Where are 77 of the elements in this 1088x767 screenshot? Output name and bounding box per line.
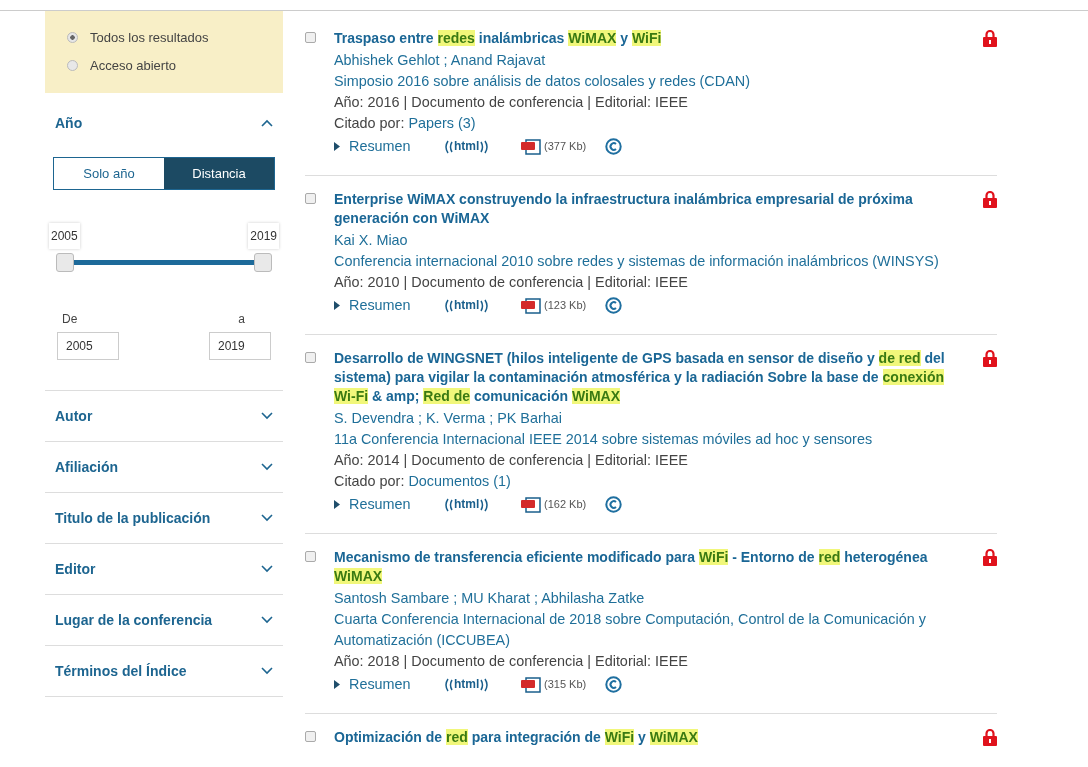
html-link[interactable]: html (444, 494, 520, 515)
copyright-icon (605, 496, 622, 513)
pdf-link[interactable]: (377 Kb) (520, 138, 605, 155)
html-link[interactable]: html (444, 295, 520, 316)
html-link[interactable]: html (444, 674, 520, 695)
cited-link[interactable]: Papers (3) (408, 113, 476, 134)
parenthesis-icon (444, 497, 453, 512)
result-title-link[interactable]: Optimización de red para integración de WiFi y WiMAX (334, 728, 957, 747)
parenthesis-icon (444, 298, 453, 313)
parenthesis-icon (444, 139, 453, 154)
venue-link[interactable]: Cuarta Conferencia Internacional de 2018 sobre Computación, Control de la Comunicación y Automatización (ICCUBEA) (334, 609, 957, 651)
pdf-file-icon (520, 138, 542, 155)
parenthesis-icon (444, 677, 453, 692)
abstract-toggle[interactable]: Resumen (334, 136, 444, 157)
chevron-down-icon (261, 463, 273, 471)
cited-link[interactable]: Documentos (1) (408, 471, 511, 492)
pdf-link[interactable]: (123 Kb) (520, 297, 605, 314)
input-field[interactable]: 2019 (209, 332, 271, 360)
result-meta: Año: 2016 | Documento de conferencia | Editorial: IEEE (334, 93, 689, 112)
html-link[interactable]: html (444, 136, 520, 157)
chevron-up-icon (261, 119, 273, 127)
radio-option[interactable]: Acceso abierto (67, 58, 261, 73)
checkbox[interactable] (305, 352, 316, 363)
caret-icon (334, 301, 340, 310)
result-title-link[interactable]: Traspaso entre redes inalámbricas WiMAX y WiFi (334, 29, 957, 48)
slider-value: 2019 (248, 223, 279, 249)
result-meta: Año: 2014 | Documento de conferencia | Editorial: IEEE (334, 451, 689, 470)
checkbox[interactable] (305, 551, 316, 562)
abstract-toggle[interactable]: Resumen (334, 674, 444, 695)
pdf-link[interactable]: (162 Kb) (520, 496, 605, 513)
pdf-file-icon (520, 676, 542, 693)
checkbox[interactable] (305, 731, 316, 742)
copyright-icon (605, 297, 622, 314)
abstract-toggle[interactable]: Resumen (334, 295, 444, 316)
venue-link[interactable]: 11a Conferencia Internacional IEEE 2014 sobre sistemas móviles ad hoc y sensores (334, 429, 957, 450)
author-list: Santosh Sambare ; MU Kharat ; Abhilasha Zatke (334, 588, 957, 609)
cited-label: Citado por: (334, 114, 405, 133)
parenthesis-icon (480, 298, 490, 313)
chevron-down-icon (261, 616, 273, 624)
field-label: De (61, 312, 79, 326)
parenthesis-icon (480, 139, 490, 154)
chevron-down-icon (261, 514, 273, 522)
copyright-icon (605, 676, 622, 693)
pdf-link[interactable]: (315 Kb) (520, 676, 605, 693)
chevron-down-icon (261, 667, 273, 675)
cited-label: Citado por: (334, 472, 405, 491)
venue-link[interactable]: Simposio 2016 sobre análisis de datos colosales y redes (CDAN) (334, 71, 957, 92)
checkbox[interactable] (305, 193, 316, 204)
slider-handle[interactable] (254, 253, 272, 272)
filter-heading: Año (55, 115, 83, 131)
author-list: Kai X. Miao (334, 230, 957, 251)
chevron-down-icon (261, 565, 273, 573)
radio-option[interactable]: Todos los resultados (67, 30, 261, 45)
caret-icon (334, 680, 340, 689)
field-label: a (237, 312, 246, 326)
pdf-file-icon (520, 297, 542, 314)
abstract-toggle[interactable]: Resumen (334, 494, 444, 515)
chevron-down-icon (261, 412, 273, 420)
parenthesis-icon (480, 677, 490, 692)
venue-link[interactable]: Conferencia internacional 2010 sobre redes y sistemas de información inalámbricos (WINSYS) (334, 251, 957, 272)
result-title-link[interactable]: Enterprise WiMAX construyendo la infraestructura inalámbrica empresarial de próxima generación con WiMAX (334, 190, 957, 228)
slider-handle[interactable] (56, 253, 74, 272)
parenthesis-icon (480, 497, 490, 512)
copyright-icon (605, 138, 622, 155)
result-title-link[interactable]: Mecanismo de transferencia eficiente modificado para WiFi - Entorno de red heterogénea WiMAX (334, 548, 957, 586)
caret-icon (334, 500, 340, 509)
mode-toggle[interactable]: Distancia (164, 158, 274, 189)
caret-icon (334, 142, 340, 151)
pdf-file-icon (520, 496, 542, 513)
author-list: S. Devendra ; K. Verma ; PK Barhai (334, 408, 957, 429)
checkbox[interactable] (305, 32, 316, 43)
input-field[interactable]: 2005 (57, 332, 119, 360)
range-slider-track[interactable] (56, 253, 272, 272)
author-list: Abhishek Gehlot ; Anand Rajavat (334, 50, 957, 71)
result-meta: Año: 2018 | Documento de conferencia | Editorial: IEEE (334, 652, 689, 671)
slider-value: 2005 (49, 223, 80, 249)
result-meta: Año: 2010 | Documento de conferencia | Editorial: IEEE (334, 273, 689, 292)
